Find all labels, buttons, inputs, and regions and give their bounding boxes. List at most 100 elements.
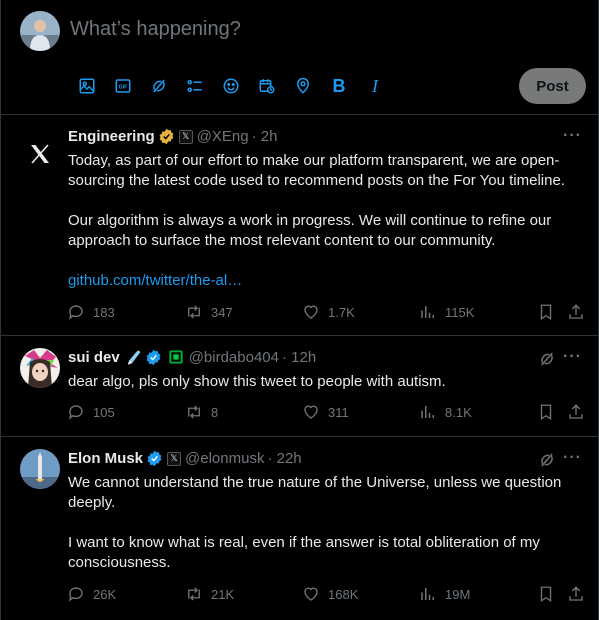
author-name[interactable]: sui dev <box>68 349 120 366</box>
views-button[interactable]: 115K <box>419 303 474 321</box>
tweet-header: Engineering 𝕏 @XEng · 2h <box>68 128 277 145</box>
more-icon[interactable]: ··· <box>563 127 582 145</box>
repost-count: 347 <box>211 304 233 320</box>
italic-icon[interactable]: I <box>357 74 393 98</box>
tweet[interactable]: Engineering 𝕏 @XEng · 2h ··· Today, as p… <box>1 115 598 336</box>
composer-toolbar: GIF B I <box>69 74 393 98</box>
emoji-icon[interactable] <box>213 74 249 98</box>
poll-icon[interactable] <box>177 74 213 98</box>
tweet-link[interactable]: github.com/twitter/the-al… <box>68 271 584 291</box>
x-affiliate-badge: 𝕏 <box>167 451 182 466</box>
affiliate-badge-icon <box>168 349 185 366</box>
tweet-time[interactable]: · 12h <box>282 349 316 366</box>
schedule-icon[interactable] <box>249 74 285 98</box>
reply-count: 26K <box>93 586 117 602</box>
italic-glyph: I <box>372 75 378 96</box>
post-button[interactable]: Post <box>519 68 586 104</box>
emoji-badge-icon <box>125 349 142 366</box>
repost-button[interactable]: 347 <box>185 303 233 321</box>
grok-icon[interactable] <box>141 74 177 98</box>
share-button[interactable] <box>567 403 585 421</box>
author-handle[interactable]: @XEng <box>197 128 249 145</box>
tweet-paragraph: dear algo, pls only show this tweet to p… <box>68 373 446 390</box>
share-icon <box>569 404 583 419</box>
author-avatar[interactable] <box>20 449 60 489</box>
more-icon[interactable]: ··· <box>563 449 582 467</box>
like-count: 311 <box>328 404 349 420</box>
more-icon[interactable]: ··· <box>563 348 582 366</box>
tweet[interactable]: sui dev @birdabo404 · 12h ··· dear algo,… <box>1 336 598 437</box>
views-icon <box>421 306 434 318</box>
author-handle[interactable]: @birdabo404 <box>189 349 279 366</box>
tweet-text: Today, as part of our effort to make our… <box>68 151 584 291</box>
views-button[interactable]: 8.1K <box>419 403 472 421</box>
user-avatar[interactable] <box>20 11 60 51</box>
tweet-header: Elon Musk 𝕏 @elonmusk · 22h <box>68 450 302 467</box>
reply-count: 105 <box>93 404 115 420</box>
views-count: 8.1K <box>445 404 472 420</box>
tweet-text: We cannot understand the true nature of … <box>68 473 568 573</box>
image-icon[interactable] <box>69 74 105 98</box>
repost-count: 8 <box>211 404 219 420</box>
tweet-text: dear algo, pls only show this tweet to p… <box>68 372 584 392</box>
tweet-paragraph: I want to know what is real, even if the… <box>68 534 540 571</box>
like-button[interactable]: 1.7K <box>302 303 355 321</box>
gif-icon[interactable]: GIF <box>105 74 141 98</box>
blue-verified-icon <box>145 349 162 366</box>
repost-button[interactable]: 8 <box>185 403 218 421</box>
reply-button[interactable]: 183 <box>67 303 115 321</box>
heart-icon <box>304 405 318 419</box>
tweet-time[interactable]: · 22h <box>267 450 301 467</box>
bookmark-button[interactable] <box>537 403 555 421</box>
like-button[interactable]: 168K <box>302 585 358 603</box>
grok-icon[interactable] <box>538 350 556 368</box>
repost-button[interactable]: 21K <box>185 585 234 603</box>
timeline: What’s happening? GIF B I Post Engineeri… <box>0 0 599 620</box>
bold-glyph: B <box>332 75 346 96</box>
author-name[interactable]: Elon Musk <box>68 450 143 467</box>
views-icon <box>421 588 434 600</box>
share-button[interactable] <box>567 303 585 321</box>
share-icon <box>569 586 583 601</box>
tweet[interactable]: Elon Musk 𝕏 @elonmusk · 22h ··· We canno… <box>1 437 598 620</box>
heart-icon <box>304 587 318 601</box>
gold-verified-icon <box>158 128 175 145</box>
tweet-paragraph: Today, as part of our effort to make our… <box>68 152 565 189</box>
repost-count: 21K <box>211 586 235 602</box>
reply-icon <box>68 587 83 602</box>
reply-icon <box>68 305 83 320</box>
bold-icon[interactable]: B <box>321 74 357 98</box>
reply-button[interactable]: 26K <box>67 585 116 603</box>
views-button[interactable]: 19M <box>419 585 470 603</box>
repost-icon <box>188 587 200 601</box>
gif-label: GIF <box>119 85 129 91</box>
heart-icon <box>304 305 318 319</box>
repost-icon <box>188 305 200 319</box>
bookmark-icon <box>540 586 552 603</box>
x-logo-avatar[interactable] <box>20 134 60 174</box>
share-button[interactable] <box>567 585 585 603</box>
tweet-time[interactable]: · 2h <box>252 128 278 145</box>
reply-button[interactable]: 105 <box>67 403 115 421</box>
author-name[interactable]: Engineering <box>68 128 155 145</box>
blue-verified-icon <box>146 450 163 467</box>
like-button[interactable]: 311 <box>302 403 349 421</box>
author-handle[interactable]: @elonmusk <box>185 450 264 467</box>
like-count: 1.7K <box>328 304 355 320</box>
composer-input[interactable]: What’s happening? <box>70 18 241 41</box>
composer: What’s happening? GIF B I Post <box>1 0 598 115</box>
location-icon[interactable] <box>285 74 321 98</box>
tweet-actions: 26K 21K 168K 19M <box>67 585 589 607</box>
views-count: 115K <box>445 304 475 320</box>
author-avatar[interactable] <box>20 348 60 388</box>
bookmark-button[interactable] <box>537 303 555 321</box>
views-icon <box>421 406 434 418</box>
tweet-actions: 105 8 311 8.1K <box>67 403 589 425</box>
repost-icon <box>188 405 200 419</box>
grok-icon[interactable] <box>538 451 556 469</box>
share-icon <box>569 304 583 319</box>
x-affiliate-badge: 𝕏 <box>178 129 193 144</box>
bookmark-button[interactable] <box>537 585 555 603</box>
